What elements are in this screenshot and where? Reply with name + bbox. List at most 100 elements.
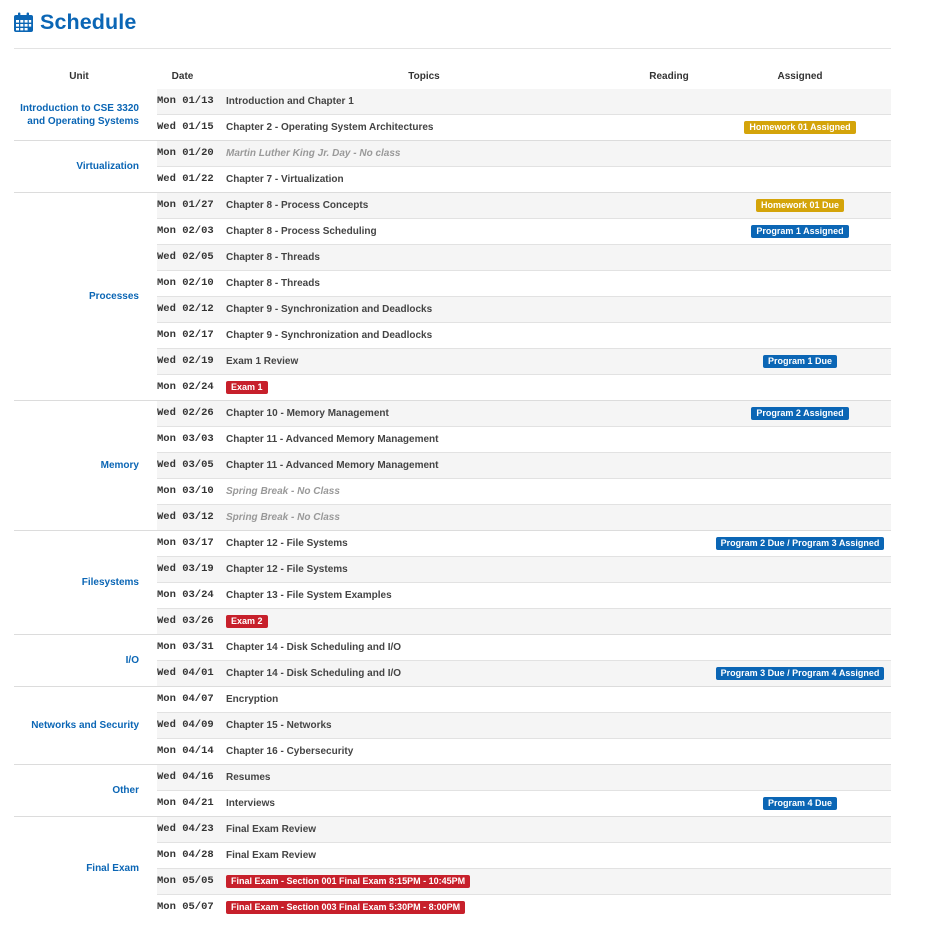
table-row: Wed 03/26 Exam 2 xyxy=(157,608,891,634)
table-row: Wed 04/09 Chapter 15 - Networks xyxy=(157,712,891,738)
unit-cell: I/O xyxy=(14,635,144,686)
row-date: Mon 02/24 xyxy=(157,381,214,393)
unit-cell: Introduction to CSE 3320 and Operating S… xyxy=(14,89,144,140)
unit-name[interactable]: Processes xyxy=(89,290,144,303)
table-row: Mon 04/21 Interviews Program 4 Due xyxy=(157,790,891,816)
unit-group: Networks and Security Mon 04/07 Encryption… xyxy=(14,686,891,764)
table-row: Wed 04/23 Final Exam Review xyxy=(157,817,891,842)
table-row: Wed 02/26 Chapter 10 - Memory Management P… xyxy=(157,401,891,426)
table-row: Mon 05/07 Final Exam - Section 003 Final … xyxy=(157,894,891,920)
row-assigned: Program 1 Assigned xyxy=(714,219,886,244)
row-date: Wed 04/01 xyxy=(157,667,214,679)
table-row: Mon 03/10 Spring Break - No Class xyxy=(157,478,891,504)
row-topic: Chapter 8 - Threads xyxy=(226,252,320,263)
header-unit: Unit xyxy=(69,71,89,82)
calendar-icon xyxy=(13,12,34,33)
table-row: Mon 01/20 Martin Luther King Jr. Day - No… xyxy=(157,141,891,166)
row-topic: Chapter 16 - Cybersecurity xyxy=(226,746,354,757)
row-topic: Final Exam - Section 001 Final Exam 8:15… xyxy=(226,869,471,894)
unit-name[interactable]: Networks and Security xyxy=(31,719,144,732)
assignment-badge: Homework 01 Assigned xyxy=(744,121,856,134)
row-date: Wed 02/19 xyxy=(157,355,214,367)
assignment-badge: Program 3 Due / Program 4 Assigned xyxy=(715,667,885,680)
table-row: Mon 02/10 Chapter 8 - Threads xyxy=(157,270,891,296)
row-date: Mon 02/17 xyxy=(157,329,214,341)
row-topic: Chapter 13 - File System Examples xyxy=(226,590,392,601)
unit-rows: Wed 04/23 Final Exam Review Mon 04/28 Final… xyxy=(157,817,891,920)
row-assigned: Program 2 Due / Program 3 Assigned xyxy=(714,531,886,556)
exam-badge: Exam 1 xyxy=(226,380,268,394)
table-row: Mon 04/07 Encryption xyxy=(157,687,891,712)
row-assigned: Homework 01 Assigned xyxy=(714,115,886,140)
row-topic: Chapter 14 - Disk Scheduling and I/O xyxy=(226,668,402,679)
row-date: Wed 01/22 xyxy=(157,173,214,185)
row-date: Wed 02/05 xyxy=(157,251,214,263)
row-topic: Chapter 8 - Process Scheduling xyxy=(226,226,377,237)
table-row: Mon 02/17 Chapter 9 - Synchronization and… xyxy=(157,322,891,348)
row-topic: Chapter 9 - Synchronization and Deadlock… xyxy=(226,304,433,315)
schedule-table: Introduction to CSE 3320 and Operating S… xyxy=(14,89,891,920)
table-row: Mon 05/05 Final Exam - Section 001 Final … xyxy=(157,868,891,894)
header-assigned: Assigned xyxy=(777,71,823,82)
row-assigned: Program 3 Due / Program 4 Assigned xyxy=(714,661,886,686)
unit-name[interactable]: Filesystems xyxy=(82,576,144,589)
table-row: Mon 03/31 Chapter 14 - Disk Scheduling an… xyxy=(157,635,891,660)
table-header: Unit Date Topics Reading Assigned xyxy=(14,64,891,90)
unit-name[interactable]: Other xyxy=(112,784,144,797)
table-row: Wed 03/12 Spring Break - No Class xyxy=(157,504,891,530)
unit-rows: Wed 02/26 Chapter 10 - Memory Management P… xyxy=(157,401,891,530)
assignment-badge: Program 2 Due / Program 3 Assigned xyxy=(715,537,885,550)
row-topic: Chapter 2 - Operating System Architectur… xyxy=(226,122,434,133)
unit-group: Filesystems Mon 03/17 Chapter 12 - File Sy… xyxy=(14,530,891,634)
row-topic: Chapter 14 - Disk Scheduling and I/O xyxy=(226,642,402,653)
exam-badge: Exam 2 xyxy=(226,614,268,628)
row-assigned: Program 2 Assigned xyxy=(714,401,886,426)
unit-cell: Other xyxy=(14,765,144,816)
row-date: Mon 03/24 xyxy=(157,589,214,601)
unit-name[interactable]: I/O xyxy=(126,654,144,667)
table-row: Wed 04/16 Resumes xyxy=(157,765,891,790)
unit-name[interactable]: Memory xyxy=(101,459,144,472)
row-topic: Exam 1 Review xyxy=(226,356,299,367)
row-date: Mon 01/20 xyxy=(157,147,214,159)
unit-name[interactable]: Introduction to CSE 3320 and Operating S… xyxy=(14,102,144,128)
unit-group: I/O Mon 03/31 Chapter 14 - Disk Scheduling… xyxy=(14,634,891,686)
table-row: Wed 01/15 Chapter 2 - Operating System Ar… xyxy=(157,114,891,140)
row-topic: Encryption xyxy=(226,694,279,705)
unit-cell: Final Exam xyxy=(14,817,144,920)
table-row: Mon 03/24 Chapter 13 - File System Exampl… xyxy=(157,582,891,608)
row-topic: Resumes xyxy=(226,772,271,783)
unit-group: Other Wed 04/16 Resumes Mon 04/21 Interviews… xyxy=(14,764,891,816)
row-date: Wed 04/09 xyxy=(157,719,214,731)
row-assigned: Program 4 Due xyxy=(714,791,886,816)
row-date: Mon 03/17 xyxy=(157,537,214,549)
unit-group: Memory Wed 02/26 Chapter 10 - Memory Manag… xyxy=(14,400,891,530)
row-topic: Interviews xyxy=(226,798,275,809)
unit-name[interactable]: Virtualization xyxy=(76,160,144,173)
row-date: Mon 03/10 xyxy=(157,485,214,497)
unit-name[interactable]: Final Exam xyxy=(86,862,144,875)
header-date: Date xyxy=(171,71,194,82)
row-topic: Chapter 9 - Synchronization and Deadlock… xyxy=(226,330,433,341)
row-date: Mon 04/21 xyxy=(157,797,214,809)
page-title-text: Schedule xyxy=(40,9,137,34)
unit-rows: Mon 01/20 Martin Luther King Jr. Day - No… xyxy=(157,141,891,192)
row-date: Mon 05/07 xyxy=(157,901,214,913)
assignment-badge: Homework 01 Due xyxy=(755,199,845,212)
unit-rows: Mon 01/27 Chapter 8 - Process Concepts Hom… xyxy=(157,193,891,400)
unit-rows: Wed 04/16 Resumes Mon 04/21 Interviews Progr… xyxy=(157,765,891,816)
row-date: Mon 04/28 xyxy=(157,849,214,861)
unit-group: Virtualization Mon 01/20 Martin Luther Kin… xyxy=(14,140,891,192)
row-topic: Spring Break - No Class xyxy=(226,512,340,523)
assignment-badge: Program 4 Due xyxy=(762,797,838,810)
exam-badge: Final Exam - Section 001 Final Exam 8:15… xyxy=(226,874,471,888)
row-date: Mon 02/10 xyxy=(157,277,214,289)
row-date: Mon 04/14 xyxy=(157,745,214,757)
table-row: Wed 02/05 Chapter 8 - Threads xyxy=(157,244,891,270)
table-row: Mon 02/03 Chapter 8 - Process Scheduling P… xyxy=(157,218,891,244)
table-row: Mon 03/17 Chapter 12 - File Systems Progra… xyxy=(157,531,891,556)
assignment-badge: Program 1 Assigned xyxy=(751,225,849,238)
table-row: Mon 03/03 Chapter 11 - Advanced Memory Ma… xyxy=(157,426,891,452)
row-topic: Final Exam Review xyxy=(226,824,317,835)
header-topics: Topics xyxy=(408,71,440,82)
